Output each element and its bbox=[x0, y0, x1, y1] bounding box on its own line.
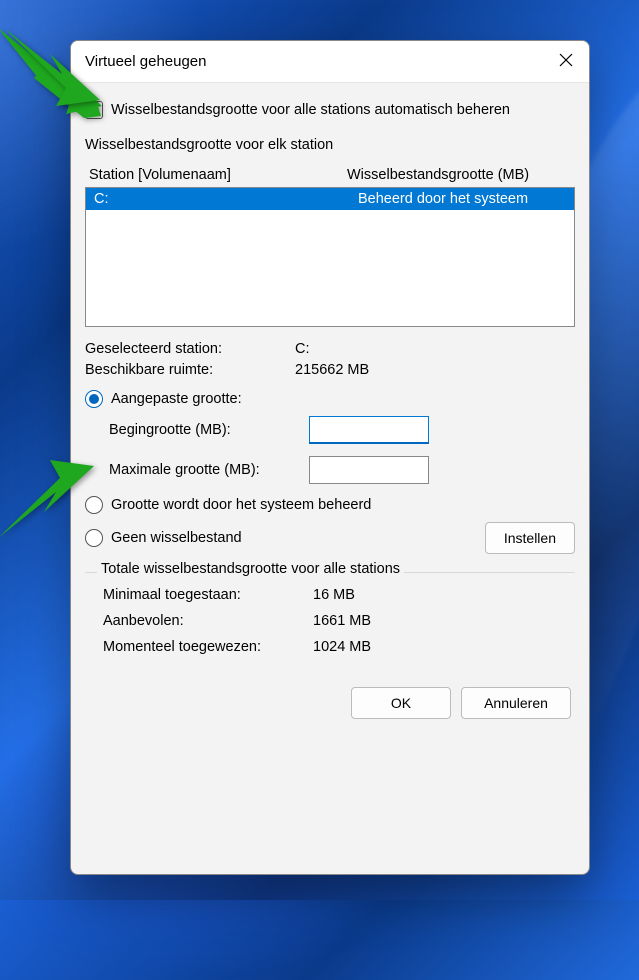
cancel-button[interactable]: Annuleren bbox=[461, 687, 571, 719]
maximum-size-label: Maximale grootte (MB): bbox=[109, 462, 309, 478]
per-drive-group: Wisselbestandsgrootte voor elk station S… bbox=[85, 137, 575, 554]
recommended-label: Aanbevolen: bbox=[103, 613, 313, 629]
virtual-memory-dialog: Virtueel geheugen Wisselbestandsgrootte … bbox=[70, 40, 590, 875]
drive-headers: Station [Volumenaam] Wisselbestandsgroot… bbox=[85, 163, 575, 187]
radio-system-label: Grootte wordt door het systeem beheerd bbox=[111, 497, 371, 513]
size-inputs: Begingrootte (MB): Maximale grootte (MB)… bbox=[109, 416, 575, 484]
initial-size-input[interactable] bbox=[309, 416, 429, 444]
current-value: 1024 MB bbox=[313, 639, 563, 655]
totals-group: Totale wisselbestandsgrootte voor alle s… bbox=[85, 572, 575, 669]
maximum-size-input[interactable] bbox=[309, 456, 429, 484]
dialog-actions: OK Annuleren bbox=[85, 687, 575, 723]
available-value: 215662 MB bbox=[295, 362, 575, 378]
initial-size-label: Begingrootte (MB): bbox=[109, 422, 309, 438]
selected-drive-value: C: bbox=[295, 341, 575, 357]
auto-manage-row[interactable]: Wisselbestandsgrootte voor alle stations… bbox=[85, 101, 575, 119]
header-size: Wisselbestandsgrootte (MB) bbox=[347, 167, 567, 183]
totals-group-title: Totale wisselbestandsgrootte voor alle s… bbox=[97, 561, 404, 577]
dialog-title: Virtueel geheugen bbox=[85, 53, 543, 70]
drive-row-size: Beheerd door het systeem bbox=[358, 191, 568, 207]
auto-manage-label: Wisselbestandsgrootte voor alle stations… bbox=[111, 102, 510, 118]
selected-drive-label: Geselecteerd station: bbox=[85, 341, 295, 357]
radio-none-label: Geen wisselbestand bbox=[111, 530, 242, 546]
drive-listbox[interactable]: C: Beheerd door het systeem bbox=[85, 187, 575, 327]
close-button[interactable] bbox=[543, 41, 589, 82]
radio-custom[interactable]: Aangepaste grootte: bbox=[85, 390, 575, 408]
close-icon bbox=[559, 51, 573, 72]
current-label: Momenteel toegewezen: bbox=[103, 639, 313, 655]
drive-row[interactable]: C: Beheerd door het systeem bbox=[86, 188, 574, 210]
drive-info: Geselecteerd station: C: Beschikbare rui… bbox=[85, 341, 575, 378]
radio-custom-input[interactable] bbox=[85, 390, 103, 408]
ok-button[interactable]: OK bbox=[351, 687, 451, 719]
titlebar: Virtueel geheugen bbox=[71, 41, 589, 83]
per-drive-group-title: Wisselbestandsgrootte voor elk station bbox=[85, 137, 575, 153]
radio-none[interactable]: Geen wisselbestand bbox=[85, 529, 485, 547]
radio-custom-label: Aangepaste grootte: bbox=[111, 391, 242, 407]
radio-system[interactable]: Grootte wordt door het systeem beheerd bbox=[85, 496, 575, 514]
min-allowed-label: Minimaal toegestaan: bbox=[103, 587, 313, 603]
radio-system-input[interactable] bbox=[85, 496, 103, 514]
radio-none-input[interactable] bbox=[85, 529, 103, 547]
drive-row-name: C: bbox=[92, 191, 358, 207]
auto-manage-checkbox[interactable] bbox=[85, 101, 103, 119]
recommended-value: 1661 MB bbox=[313, 613, 563, 629]
header-drive: Station [Volumenaam] bbox=[89, 167, 347, 183]
set-button[interactable]: Instellen bbox=[485, 522, 575, 554]
drive-table: Station [Volumenaam] Wisselbestandsgroot… bbox=[85, 163, 575, 327]
available-label: Beschikbare ruimte: bbox=[85, 362, 295, 378]
min-allowed-value: 16 MB bbox=[313, 587, 563, 603]
